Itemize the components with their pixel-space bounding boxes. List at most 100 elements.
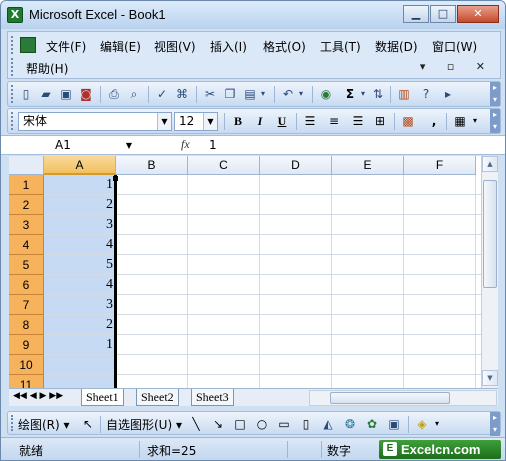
textbox-icon[interactable]: ▭ [276,416,292,432]
chart-wizard-icon[interactable]: ▥ [396,86,412,102]
workbook-icon[interactable] [20,37,36,53]
cell-a10[interactable] [44,355,116,375]
menu-insert[interactable]: 插入(I) [210,38,247,55]
zoom-icon[interactable]: ▸ [440,86,456,102]
clipart-icon[interactable]: ✿ [364,416,380,432]
cell-a2[interactable]: 2 [44,195,116,215]
currency-icon[interactable]: ▩ [400,113,416,129]
align-right-icon[interactable]: ☰ [350,113,366,129]
borders-icon[interactable]: ▦ [452,113,468,129]
print-icon[interactable]: ⎙ [106,86,122,102]
line-icon[interactable]: ╲ [188,416,204,432]
menu-format[interactable]: 格式(O) [263,38,306,55]
menu-view[interactable]: 视图(V) [154,38,196,55]
row-header-7[interactable]: 7 [9,295,44,315]
merge-center-icon[interactable]: ⊞ [372,113,388,129]
oval-icon[interactable]: ○ [254,416,270,432]
fill-handle[interactable] [113,176,118,181]
vertical-scroll-thumb[interactable] [483,180,497,288]
column-header-b[interactable]: B [116,156,188,175]
align-center-icon[interactable]: ≡ [326,113,342,129]
row-header-8[interactable]: 8 [9,315,44,335]
name-box[interactable]: A1 ▼ [9,137,135,154]
tab-sheet2[interactable]: Sheet2 [136,389,179,406]
insert-function-icon[interactable]: fx [181,137,190,152]
scroll-up-icon[interactable]: ▲ [482,156,498,172]
draw-menu-button[interactable]: 绘图(R) ▾ [18,416,70,433]
toolbar-gripper[interactable] [11,415,14,431]
row-header-3[interactable]: 3 [9,215,44,235]
toolbar-options-icon[interactable]: ▸ ▾ [490,412,500,436]
tab-sheet1[interactable]: Sheet1 [81,389,124,406]
toolbar-gripper[interactable] [11,112,14,130]
font-name-select[interactable]: 宋体 ▼ [18,112,172,131]
fill-color-dropdown-icon[interactable]: ▾ [432,416,442,432]
row-header-6[interactable]: 6 [9,275,44,295]
close-button[interactable]: ✕ [457,5,499,23]
menu-help[interactable]: 帮助(H) [26,60,68,77]
row-header-9[interactable]: 9 [9,335,44,355]
comma-style-icon[interactable]: , [426,113,442,129]
cell-a9[interactable]: 1 [44,335,116,355]
research-icon[interactable]: ⌘ [174,86,190,102]
help-icon[interactable]: ? [418,86,434,102]
fill-color-icon[interactable]: ◈ [414,416,430,432]
row-header-4[interactable]: 4 [9,235,44,255]
italic-button[interactable]: I [250,113,270,130]
permission-icon[interactable]: ◙ [78,86,94,102]
formula-input[interactable]: 1 [209,138,217,152]
cut-icon[interactable]: ✂ [202,86,218,102]
select-all-corner[interactable] [9,156,44,175]
cell-a5[interactable]: 5 [44,255,116,275]
menu-file[interactable]: 文件(F) [46,38,86,55]
undo-icon[interactable]: ↶ [280,86,296,102]
font-size-select[interactable]: 12 ▼ [174,112,218,131]
excel-app-icon[interactable]: X [7,7,23,23]
autosum-icon[interactable]: Σ [342,86,358,102]
cell-a1[interactable]: 1 [44,175,116,195]
minimize-button[interactable]: ▁ [403,5,429,23]
mdi-controls[interactable]: ▾ ▫ ✕ [420,60,494,73]
paste-icon[interactable]: ▤ [242,86,258,102]
cell-a4[interactable]: 4 [44,235,116,255]
row-header-11[interactable]: 11 [9,375,44,388]
horizontal-scrollbar[interactable] [309,390,497,406]
row-header-5[interactable]: 5 [9,255,44,275]
vertical-scrollbar[interactable]: ▲ ▼ [481,156,498,388]
horizontal-scroll-thumb[interactable] [330,392,450,404]
save-icon[interactable]: ▣ [58,86,74,102]
menu-window[interactable]: 窗口(W) [432,38,477,55]
toolbar-options-icon[interactable]: ▸ ▾ [490,82,500,106]
cell-a3[interactable]: 3 [44,215,116,235]
autoshapes-menu-button[interactable]: 自选图形(U) ▾ [106,416,182,433]
arrow-icon[interactable]: ↘ [210,416,226,432]
menu-tools[interactable]: 工具(T) [320,38,361,55]
hyperlink-icon[interactable]: ◉ [318,86,334,102]
rectangle-icon[interactable]: □ [232,416,248,432]
new-icon[interactable]: ▯ [18,86,34,102]
cell-a11[interactable] [44,375,116,388]
print-preview-icon[interactable]: ⌕ [126,86,142,102]
column-header-a[interactable]: A [44,156,116,175]
toolbar-options-icon[interactable]: ▸ ▾ [490,109,500,133]
borders-dropdown-icon[interactable]: ▾ [470,113,480,129]
column-header-d[interactable]: D [260,156,332,175]
open-icon[interactable]: ▰ [38,86,54,102]
row-header-10[interactable]: 10 [9,355,44,375]
menu-gripper-2[interactable] [11,58,14,76]
tab-navigation[interactable]: ◀◀ ◀ ▶ ▶▶ [13,391,63,401]
select-objects-icon[interactable]: ↖ [80,416,96,432]
row-header-1[interactable]: 1 [9,175,44,195]
maximize-button[interactable]: □ [430,5,456,23]
tab-sheet3[interactable]: Sheet3 [191,389,234,406]
vertical-textbox-icon[interactable]: ▯ [298,416,314,432]
row-header-2[interactable]: 2 [9,195,44,215]
menu-edit[interactable]: 编辑(E) [100,38,141,55]
cell-a8[interactable]: 2 [44,315,116,335]
cell-a6[interactable]: 4 [44,275,116,295]
menu-gripper[interactable] [11,36,14,54]
chevron-down-icon[interactable]: ▼ [203,113,217,130]
scroll-down-icon[interactable]: ▼ [482,370,498,386]
sort-ascending-icon[interactable]: ⇅ [370,86,386,102]
worksheet-grid[interactable]: ABCDEF 1 2 3 4 5 6 7 8 9 10 11 123454321 [9,156,481,388]
